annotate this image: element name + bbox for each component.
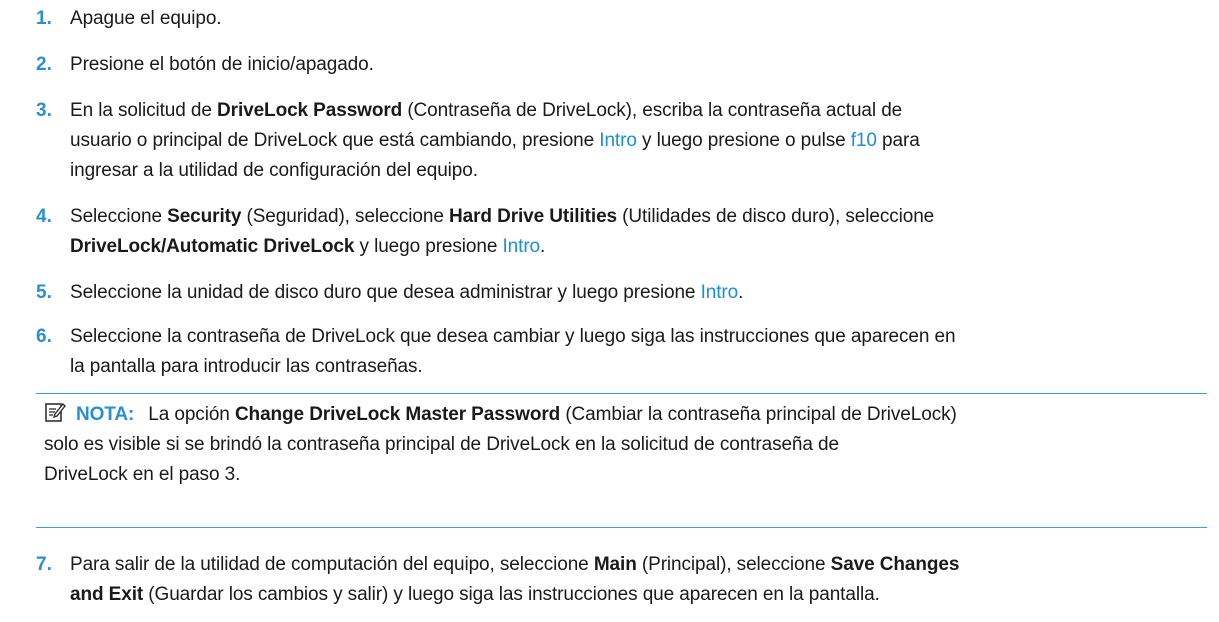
document-page: 1. Apague el equipo. 2. Presione el botó… bbox=[0, 0, 1219, 622]
step-text: Apague el equipo. bbox=[70, 4, 222, 34]
bold-term: DriveLock/Automatic DriveLock bbox=[70, 236, 355, 257]
step-number: 4. bbox=[36, 206, 52, 227]
bold-term: Hard Drive Utilities bbox=[449, 206, 617, 227]
step-3: 3. En la solicitud de DriveLock Password… bbox=[36, 96, 1206, 186]
text-run: . bbox=[738, 282, 744, 303]
text-run: (Guardar los cambios y salir) y luego si… bbox=[143, 584, 880, 605]
text-run: (Principal), seleccione bbox=[636, 554, 831, 575]
key-name: f10 bbox=[850, 130, 877, 151]
bold-term: Change DriveLock Master Password bbox=[234, 404, 561, 425]
text-run: para bbox=[876, 130, 920, 151]
note-box: NOTA: La opción Change DriveLock Master P… bbox=[36, 393, 1207, 528]
text-run: ingresar a la utilidad de configuración … bbox=[70, 160, 478, 181]
step-4: 4. Seleccione Security (Seguridad), sele… bbox=[36, 202, 1206, 262]
text-run: Apague el equipo. bbox=[70, 8, 222, 29]
text-run: Presione el botón de inicio/apagado. bbox=[70, 54, 374, 75]
step-number: 1. bbox=[36, 8, 52, 29]
step-number: 5. bbox=[36, 282, 52, 303]
step-text: Presione el botón de inicio/apagado. bbox=[70, 50, 374, 80]
bold-term: Main bbox=[593, 554, 637, 575]
text-run: Seleccione la contraseña de DriveLock qu… bbox=[70, 326, 956, 347]
text-run: la pantalla para introducir las contrase… bbox=[70, 356, 423, 377]
bold-term: DriveLock Password bbox=[217, 100, 403, 121]
note-label: NOTA: bbox=[76, 404, 135, 425]
bold-term: and Exit bbox=[70, 584, 144, 605]
step-6: 6. Seleccione la contraseña de DriveLock… bbox=[36, 322, 1206, 382]
text-run: solo es visible si se brindó la contrase… bbox=[44, 434, 839, 455]
key-name: Intro bbox=[502, 236, 541, 257]
text-run: y luego presione o pulse bbox=[636, 130, 851, 151]
bold-term: Security bbox=[167, 206, 242, 227]
text-run: (Seguridad), seleccione bbox=[241, 206, 449, 227]
step-text: Seleccione la contraseña de DriveLock qu… bbox=[70, 322, 956, 382]
step-7: 7. Para salir de la utilidad de computac… bbox=[36, 550, 1206, 610]
step-number: 3. bbox=[36, 100, 52, 121]
text-run: Seleccione la unidad de disco duro que d… bbox=[70, 282, 701, 303]
step-number: 6. bbox=[36, 326, 52, 347]
text-run: usuario o principal de DriveLock que est… bbox=[70, 130, 600, 151]
step-number: 2. bbox=[36, 54, 52, 75]
text-run: Seleccione bbox=[70, 206, 168, 227]
step-text: Para salir de la utilidad de computación… bbox=[70, 550, 959, 610]
note-body: La opción Change DriveLock Master Passwo… bbox=[44, 404, 957, 485]
step-1: 1. Apague el equipo. bbox=[36, 4, 1206, 34]
note-text: NOTA: La opción Change DriveLock Master P… bbox=[44, 400, 1207, 490]
text-run: DriveLock en el paso 3. bbox=[44, 464, 241, 485]
step-2: 2. Presione el botón de inicio/apagado. bbox=[36, 50, 1206, 80]
text-run: (Contraseña de DriveLock), escriba la co… bbox=[402, 100, 903, 121]
text-run: Para salir de la utilidad de computación… bbox=[70, 554, 594, 575]
text-run: . bbox=[540, 236, 546, 257]
key-name: Intro bbox=[599, 130, 637, 151]
step-5: 5. Seleccione la unidad de disco duro qu… bbox=[36, 278, 1206, 308]
note-icon bbox=[44, 401, 66, 423]
key-name: Intro bbox=[700, 282, 739, 303]
bold-term: Save Changes bbox=[830, 554, 960, 575]
step-text: En la solicitud de DriveLock Password (C… bbox=[70, 96, 920, 186]
text-run: (Utilidades de disco duro), seleccione bbox=[617, 206, 935, 227]
step-text: Seleccione Security (Seguridad), selecci… bbox=[70, 202, 934, 262]
step-number: 7. bbox=[36, 554, 52, 575]
text-run: y luego presione bbox=[354, 236, 503, 257]
text-run: (Cambiar la contraseña principal de Driv… bbox=[560, 404, 957, 425]
text-run: En la solicitud de bbox=[70, 100, 218, 121]
text-run: La opción bbox=[148, 404, 235, 425]
step-text: Seleccione la unidad de disco duro que d… bbox=[70, 278, 743, 308]
